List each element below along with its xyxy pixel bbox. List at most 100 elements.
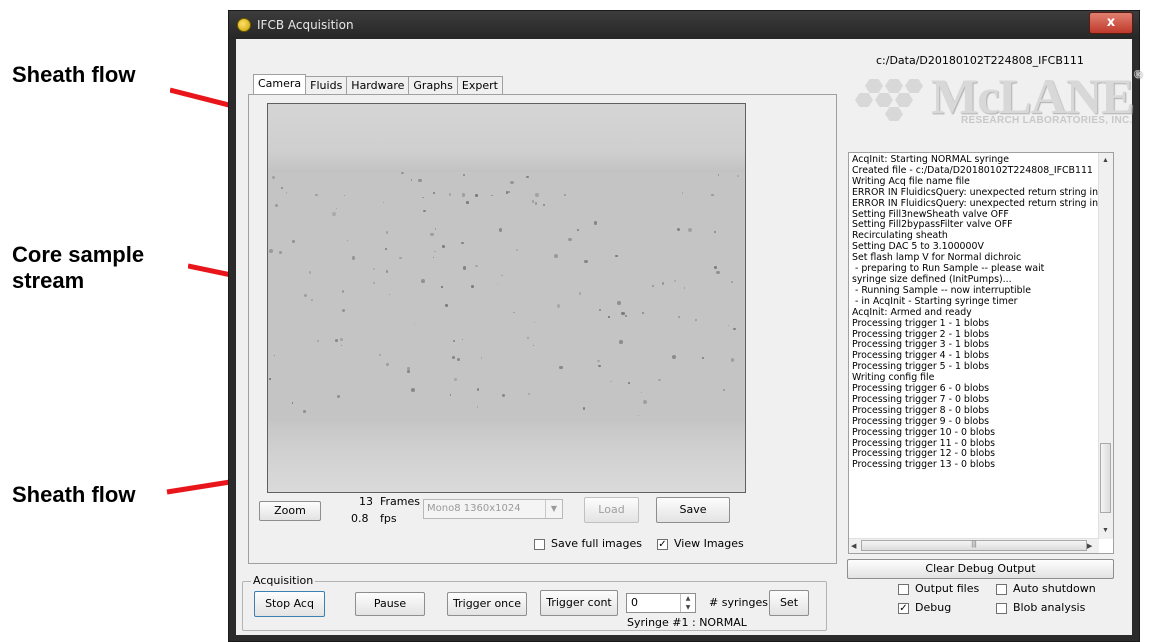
particle [674,280,677,283]
particle [410,179,413,181]
tab-camera[interactable]: Camera [253,74,307,95]
scroll-thumb[interactable] [1100,443,1111,513]
syringes-spinner[interactable]: 0 ▲ ▼ [626,593,696,613]
particle [386,363,389,366]
particle [662,282,665,285]
pause-button[interactable]: Pause [355,592,425,616]
particle [608,316,610,318]
particle [420,279,425,284]
set-button[interactable]: Set [769,590,809,616]
app-window: IFCB Acquisition x c:/Data/D20180102T224… [228,10,1142,642]
particle [269,378,271,380]
close-button[interactable]: x [1089,12,1133,34]
particle [342,309,346,313]
particle [435,228,437,230]
particle [535,192,539,197]
particle [624,314,628,318]
particle [617,301,621,305]
chevron-down-icon: ▼ [545,500,562,518]
particle [615,254,618,258]
particle [620,311,625,316]
blob-analysis-checkbox[interactable] [996,603,1007,614]
save-button[interactable]: Save [656,497,730,523]
debug-log[interactable]: AcqInit: Starting NORMAL syringe Created … [848,152,1114,554]
particle [643,399,648,404]
particle [499,228,503,232]
scroll-thumb[interactable]: ||| [861,540,1087,551]
particle [462,265,467,270]
particle [476,388,480,391]
fps-value: 0.8 [351,512,369,525]
acquisition-group: Acquisition Stop Acq Pause Trigger once … [242,574,827,631]
particle [413,322,415,324]
particle [683,287,686,290]
particle [658,378,662,382]
output-files-checkbox[interactable] [898,584,909,595]
particle [475,264,478,268]
particle [340,345,342,347]
particle [583,259,588,264]
particle [449,393,452,396]
particle [713,265,718,270]
debug-label: Debug [915,601,952,614]
particle [461,338,463,340]
title-bar[interactable]: IFCB Acquisition x [229,11,1139,39]
tab-hardware[interactable]: Hardware [346,76,410,95]
particle [676,228,680,232]
particle [577,229,579,231]
camera-image [267,103,746,493]
fps-label: fps [380,512,397,525]
auto-shutdown-checkbox[interactable] [996,584,1007,595]
frames-count: 13 [359,495,373,508]
stop-acq-button[interactable]: Stop Acq [254,591,325,617]
tab-expert[interactable]: Expert [456,76,503,95]
particle [383,201,385,203]
particle [423,209,426,213]
particle [429,232,434,237]
particle [526,336,529,339]
particle [677,315,681,319]
particle [335,208,337,210]
particle [516,249,518,251]
trigger-cont-button[interactable]: Trigger cont [540,590,618,616]
particle [509,180,514,185]
particle [526,176,529,179]
particle [314,193,318,197]
clear-debug-output-button[interactable]: Clear Debug Output [847,559,1114,579]
particle [388,293,390,295]
particle [713,230,716,233]
window-title: IFCB Acquisition [257,18,354,32]
log-vertical-scrollbar[interactable]: ▲ ▼ [1098,153,1113,539]
load-button[interactable]: Load [584,497,639,523]
debug-checkbox[interactable]: ✓ [898,603,909,614]
particle [462,174,466,177]
file-path-label: c:/Data/D20180102T224808_IFCB111 [876,54,1084,67]
particle [507,191,510,194]
particle [442,245,446,249]
trigger-once-button[interactable]: Trigger once [447,592,527,616]
particle [502,394,506,398]
log-line: ERROR IN FluidicsQuery: unexpected retur… [852,186,1099,198]
pixel-format-select[interactable]: Mono8 1360x1024 ▼ [423,499,563,519]
particle [501,274,503,277]
log-line: Processing trigger 13 - 0 blobs [852,459,996,471]
particle [373,282,375,284]
particle [513,311,516,314]
particle [372,267,376,270]
particle [433,250,436,253]
particle [531,200,535,203]
particle [731,281,733,283]
particle [610,380,612,382]
particle [291,402,294,404]
tab-graphs[interactable]: Graphs [408,76,458,95]
log-horizontal-scrollbar[interactable]: ◀ ||| ▶ [849,538,1099,553]
particle [273,354,276,357]
view-images-checkbox[interactable]: ✓ [657,539,668,550]
zoom-button[interactable]: Zoom [259,501,321,521]
tab-fluids[interactable]: Fluids [305,76,348,95]
save-full-images-checkbox[interactable] [534,539,545,550]
log-line: AcqInit: Armed and ready [852,306,972,318]
spinner-arrows-icon[interactable]: ▲ ▼ [680,594,695,612]
particle [332,212,336,216]
particle [730,358,735,362]
